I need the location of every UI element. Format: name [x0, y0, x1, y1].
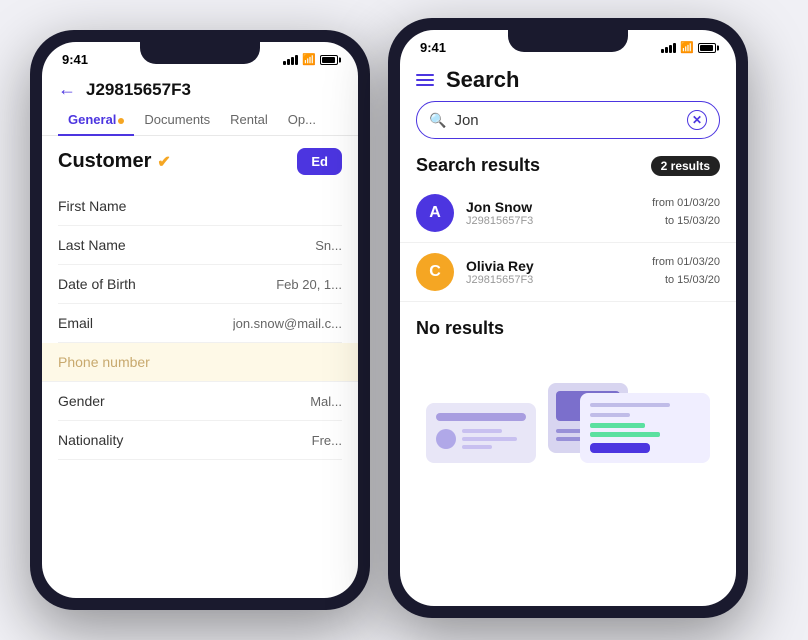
back-screen: 9:41 📶 ← J29815657F3 General [42, 42, 358, 598]
search-input[interactable]: Jon [454, 112, 679, 129]
search-icon: 🔍 [429, 112, 446, 129]
result-info-jon: Jon Snow J29815657F3 [466, 199, 640, 227]
doc3-button [590, 443, 650, 453]
front-phone: 9:41 📶 Search 🔍 [388, 18, 748, 618]
doc1-header [436, 413, 526, 421]
illustration-doc1 [426, 403, 536, 463]
front-notch [508, 30, 628, 52]
clear-search-button[interactable]: ✕ [687, 110, 707, 130]
menu-icon[interactable] [416, 74, 434, 86]
back-phone: 9:41 📶 ← J29815657F3 General [30, 30, 370, 610]
tab-general[interactable]: General [58, 104, 134, 135]
front-time: 9:41 [420, 40, 446, 55]
back-notch [140, 42, 260, 64]
avatar-olivia: C [416, 253, 454, 291]
customer-section: Customer ✔ Ed First Name Last Name Sn...… [42, 136, 358, 460]
front-header: Search [400, 59, 736, 101]
back-time: 9:41 [62, 52, 88, 67]
results-badge: 2 results [651, 156, 720, 176]
results-header: Search results 2 results [400, 151, 736, 184]
tab-other[interactable]: Op... [278, 104, 326, 135]
back-header: ← J29815657F3 [42, 71, 358, 104]
doc3-lines [590, 403, 700, 437]
tabs-row: General Documents Rental Op... [42, 104, 358, 136]
tab-dot [118, 118, 124, 124]
front-signal-icon [661, 43, 676, 53]
front-screen: 9:41 📶 Search 🔍 [400, 30, 736, 606]
battery-icon [320, 55, 338, 65]
result-info-olivia: Olivia Rey J29815657F3 [466, 258, 640, 286]
results-title: Search results [416, 155, 540, 176]
no-results-section: No results [400, 302, 736, 471]
field-phone[interactable]: Phone number [42, 343, 358, 382]
customer-title: Customer ✔ [58, 150, 171, 173]
field-gender: Gender Mal... [58, 382, 342, 421]
tab-rental[interactable]: Rental [220, 104, 278, 135]
field-dob: Date of Birth Feb 20, 1... [58, 265, 342, 304]
illustration-doc3 [580, 393, 710, 463]
no-results-illustration [416, 353, 720, 463]
front-battery-icon [698, 43, 716, 53]
front-wifi-icon: 📶 [680, 41, 694, 54]
field-nationality: Nationality Fre... [58, 421, 342, 460]
edit-button[interactable]: Ed [297, 148, 342, 175]
result-dates-jon: from 01/03/20 to 15/03/20 [652, 195, 720, 230]
result-item-1[interactable]: A Jon Snow J29815657F3 from 01/03/20 to … [400, 184, 736, 243]
verified-icon: ✔ [157, 152, 170, 172]
field-last-name: Last Name Sn... [58, 226, 342, 265]
no-results-title: No results [416, 318, 720, 339]
field-first-name: First Name [58, 187, 342, 226]
front-status-icons: 📶 [661, 41, 716, 54]
wifi-icon: 📶 [302, 53, 316, 66]
signal-icon [283, 55, 298, 65]
avatar-jon: A [416, 194, 454, 232]
result-item-2[interactable]: C Olivia Rey J29815657F3 from 01/03/20 t… [400, 243, 736, 302]
search-title: Search [446, 67, 519, 93]
record-id: J29815657F3 [86, 80, 191, 100]
back-status-icons: 📶 [283, 53, 338, 66]
customer-header: Customer ✔ Ed [58, 148, 342, 175]
search-bar[interactable]: 🔍 Jon ✕ [416, 101, 720, 139]
tab-documents[interactable]: Documents [134, 104, 220, 135]
back-arrow-icon[interactable]: ← [58, 79, 76, 100]
result-dates-olivia: from 01/03/20 to 15/03/20 [652, 254, 720, 289]
field-email: Email jon.snow@mail.c... [58, 304, 342, 343]
